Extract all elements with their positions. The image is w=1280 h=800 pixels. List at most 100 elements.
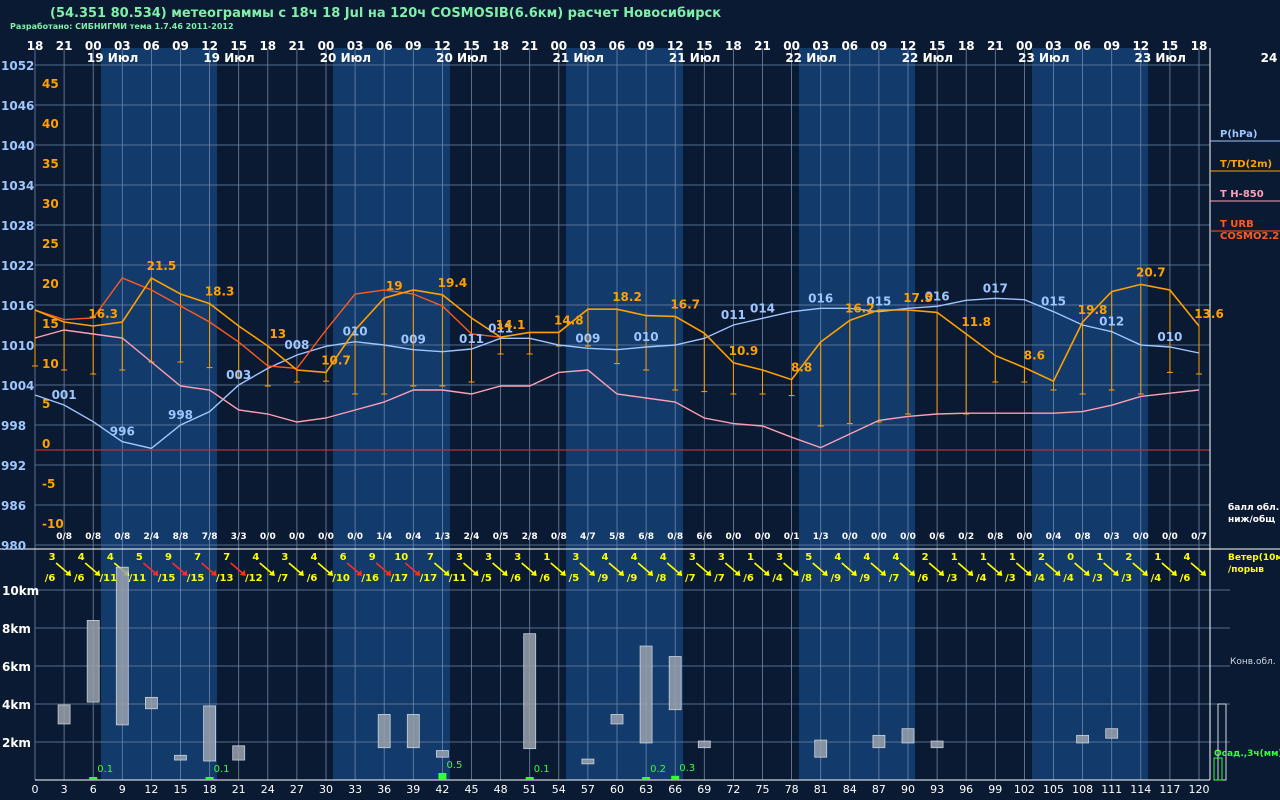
- cloud-cover-value: 0/8: [114, 532, 130, 542]
- forecast-hour-tick-label: 105: [1043, 783, 1064, 796]
- day-band: [799, 48, 915, 780]
- temperature-data-label: 21.5: [147, 259, 177, 273]
- wind-gust-value: /11: [129, 573, 147, 584]
- pressure-tick-label: 1022: [1, 259, 34, 273]
- meteogram-chart: 18 21 00 03 06 09 12 15 18 21 00 03 06 09 12 15 18 21 00 03…: [0, 39, 1280, 796]
- cloud-cover-value: 8/8: [173, 532, 189, 542]
- forecast-hour-tick-label: 15: [174, 783, 188, 796]
- temperature-data-label: 10.7: [321, 353, 351, 367]
- pressure-data-label: 009: [401, 333, 426, 347]
- temperature-tick-label: 40: [42, 117, 59, 131]
- wind-speed-value: 1: [543, 552, 550, 563]
- convective-cloud-bar: [203, 705, 217, 762]
- convective-cloud-bar: [435, 750, 449, 758]
- wind-speed-value: 4: [631, 552, 638, 563]
- date-label: 21 Июл: [553, 51, 604, 65]
- convective-cloud-bar: [814, 739, 828, 758]
- pressure-data-label: 016: [808, 291, 833, 305]
- wind-gust-value: /17: [391, 573, 409, 584]
- temperature-data-label: 16.3: [88, 307, 118, 321]
- convective-cloud-bar: [872, 734, 886, 749]
- pressure-tick-label: 1028: [1, 219, 34, 233]
- date-label: 23 Июл: [1135, 51, 1186, 65]
- hour-tick-label: 06: [143, 39, 160, 53]
- forecast-hour-tick-label: 63: [639, 783, 653, 796]
- date-label: 22 Июл: [785, 51, 836, 65]
- cloud-cover-value: 3/3: [231, 532, 247, 542]
- wind-speed-value: 4: [78, 552, 85, 563]
- wind-gust-value: /5: [481, 573, 492, 584]
- temperature-data-label: 19.8: [1078, 303, 1108, 317]
- cloud-cover-value: 0/7: [1191, 532, 1207, 542]
- forecast-hour-tick-label: 45: [465, 783, 479, 796]
- cloud-cover-value: 0/6: [929, 532, 945, 542]
- cloud-cover-value: 0/4: [405, 532, 421, 542]
- wind-label: Ветер(10м): [1228, 553, 1280, 563]
- forecast-hour-tick-label: 117: [1159, 783, 1180, 796]
- cloud-cover-value: 0/0: [289, 532, 305, 542]
- hour-tick-label: 06: [1074, 39, 1091, 53]
- wind-speed-value: 4: [863, 552, 870, 563]
- forecast-hour-tick-label: 99: [988, 783, 1002, 796]
- forecast-hour-tick-label: 69: [697, 783, 711, 796]
- cloud-cover-value: 0/0: [1016, 532, 1032, 542]
- pressure-tick-label: 1016: [1, 299, 34, 313]
- cloud-cover-value: 0/0: [347, 532, 363, 542]
- wind-gust-value: /8: [656, 573, 667, 584]
- wind-speed-value: 2: [1038, 552, 1045, 563]
- legend-entry: T/TD(2m): [1220, 159, 1272, 170]
- day-band: [566, 48, 683, 780]
- pressure-tick-label: 1046: [1, 99, 34, 113]
- date-label: 19 Июл: [203, 51, 254, 65]
- wind-gust-value: /15: [187, 573, 205, 584]
- wind-speed-value: 4: [602, 552, 609, 563]
- day-band: [333, 48, 450, 780]
- height-tick-label: 4km: [2, 698, 31, 712]
- pressure-data-label: 011: [721, 308, 746, 322]
- cloud-cover-value: 0/0: [842, 532, 858, 542]
- hour-tick-label: 18: [27, 39, 44, 53]
- wind-gust-value: /7: [685, 573, 696, 584]
- temperature-data-label: 8.8: [791, 361, 812, 375]
- convective-cloud-bar: [115, 566, 129, 726]
- cloud-cover-value: 0/0: [318, 532, 334, 542]
- pressure-data-label: 009: [575, 331, 600, 345]
- wind-gust-value: /6: [510, 573, 521, 584]
- wind-gust-value: /7: [714, 573, 725, 584]
- cloud-cover-value: 5/8: [609, 532, 625, 542]
- pressure-data-label: 001: [52, 388, 77, 402]
- wind-gust-value: /6: [918, 573, 929, 584]
- temperature-tick-label: 45: [42, 77, 59, 91]
- pressure-data-label: 015: [1041, 295, 1066, 309]
- temperature-data-label: 20.7: [1136, 265, 1166, 279]
- legend-layer: P(hPa) T/TD(2m) T H-850 T URBCOSMO2.2 балл о…: [1210, 129, 1280, 781]
- cloud-cover-value: 0/8: [1075, 532, 1091, 542]
- wind-speed-value: 4: [660, 552, 667, 563]
- hour-tick-label: 09: [638, 39, 655, 53]
- wind-speed-value: 4: [1184, 552, 1191, 563]
- wind-gust-value: /12: [245, 573, 263, 584]
- wind-gust-value: /5: [569, 573, 580, 584]
- convective-cloud-bar: [174, 754, 187, 761]
- wind-speed-value: 1: [747, 552, 754, 563]
- convective-cloud-bar: [930, 740, 944, 749]
- precipitation-value: 0.3: [679, 763, 695, 774]
- height-tick-label: 2km: [2, 736, 31, 750]
- precipitation-bar: [642, 777, 651, 780]
- wind-gust-value: /8: [801, 573, 812, 584]
- wind-speed-value: 4: [252, 552, 259, 563]
- pressure-data-label: 010: [634, 330, 659, 344]
- wind-speed-value: 3: [485, 552, 492, 563]
- wind-gust-value: /6: [45, 573, 56, 584]
- wind-gust-value: /4: [1151, 573, 1162, 584]
- convective-cloud-bar: [232, 745, 246, 761]
- wind-speed-value: 1: [1009, 552, 1016, 563]
- wind-gust-value: /6: [743, 573, 754, 584]
- cloud-cover-value: 2/8: [522, 532, 538, 542]
- legend-entry: T H-850: [1220, 189, 1264, 200]
- forecast-hour-tick-label: 90: [901, 783, 915, 796]
- forecast-hour-tick-label: 60: [610, 783, 624, 796]
- forecast-hour-tick-label: 81: [814, 783, 828, 796]
- forecast-hour-tick-label: 42: [435, 783, 449, 796]
- forecast-hour-tick-label: 39: [406, 783, 420, 796]
